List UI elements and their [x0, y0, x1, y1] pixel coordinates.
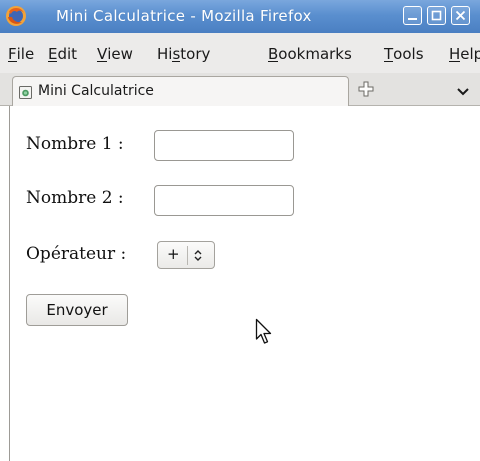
operateur-select[interactable]: +: [157, 241, 215, 269]
plus-icon[interactable]: [357, 80, 375, 98]
menu-bar: File Edit View History Bookmarks Tools H…: [0, 33, 480, 73]
maximize-icon[interactable]: [427, 6, 446, 25]
tab-strip: Mini Calculatrice: [0, 73, 480, 106]
mouse-pointer-icon: [255, 318, 273, 346]
operateur-selected-value: +: [167, 245, 180, 263]
nombre1-input[interactable]: [154, 130, 294, 161]
nombre2-input[interactable]: [154, 185, 294, 216]
menu-view[interactable]: View: [97, 45, 133, 63]
chevron-down-icon[interactable]: [456, 83, 470, 97]
nombre2-label: Nombre 2 :: [26, 188, 124, 208]
page-icon: [18, 85, 33, 100]
tab-label: Mini Calculatrice: [38, 83, 154, 99]
close-icon[interactable]: [451, 6, 470, 25]
tab-mini-calculatrice[interactable]: Mini Calculatrice: [12, 76, 349, 106]
minimize-icon[interactable]: [403, 6, 422, 25]
menu-history[interactable]: History: [157, 45, 210, 63]
select-divider: [187, 246, 188, 265]
firefox-icon[interactable]: [5, 5, 27, 27]
envoyer-button[interactable]: Envoyer: [26, 294, 128, 326]
updown-arrows-icon: [192, 248, 204, 263]
window-title: Mini Calculatrice - Mozilla Firefox: [56, 7, 312, 25]
menu-bookmarks[interactable]: Bookmarks: [268, 45, 352, 63]
page-content: Nombre 1 : Nombre 2 : Opérateur : + Envo…: [9, 106, 480, 461]
nombre1-label: Nombre 1 :: [26, 134, 124, 154]
menu-file[interactable]: File: [8, 45, 34, 63]
menu-help[interactable]: Help: [449, 45, 480, 63]
title-bar: Mini Calculatrice - Mozilla Firefox: [0, 0, 480, 33]
menu-edit[interactable]: Edit: [48, 45, 77, 63]
browser-window: Mini Calculatrice - Mozilla Firefox File…: [0, 0, 480, 461]
menu-tools[interactable]: Tools: [384, 45, 424, 63]
operateur-label: Opérateur :: [26, 244, 127, 264]
